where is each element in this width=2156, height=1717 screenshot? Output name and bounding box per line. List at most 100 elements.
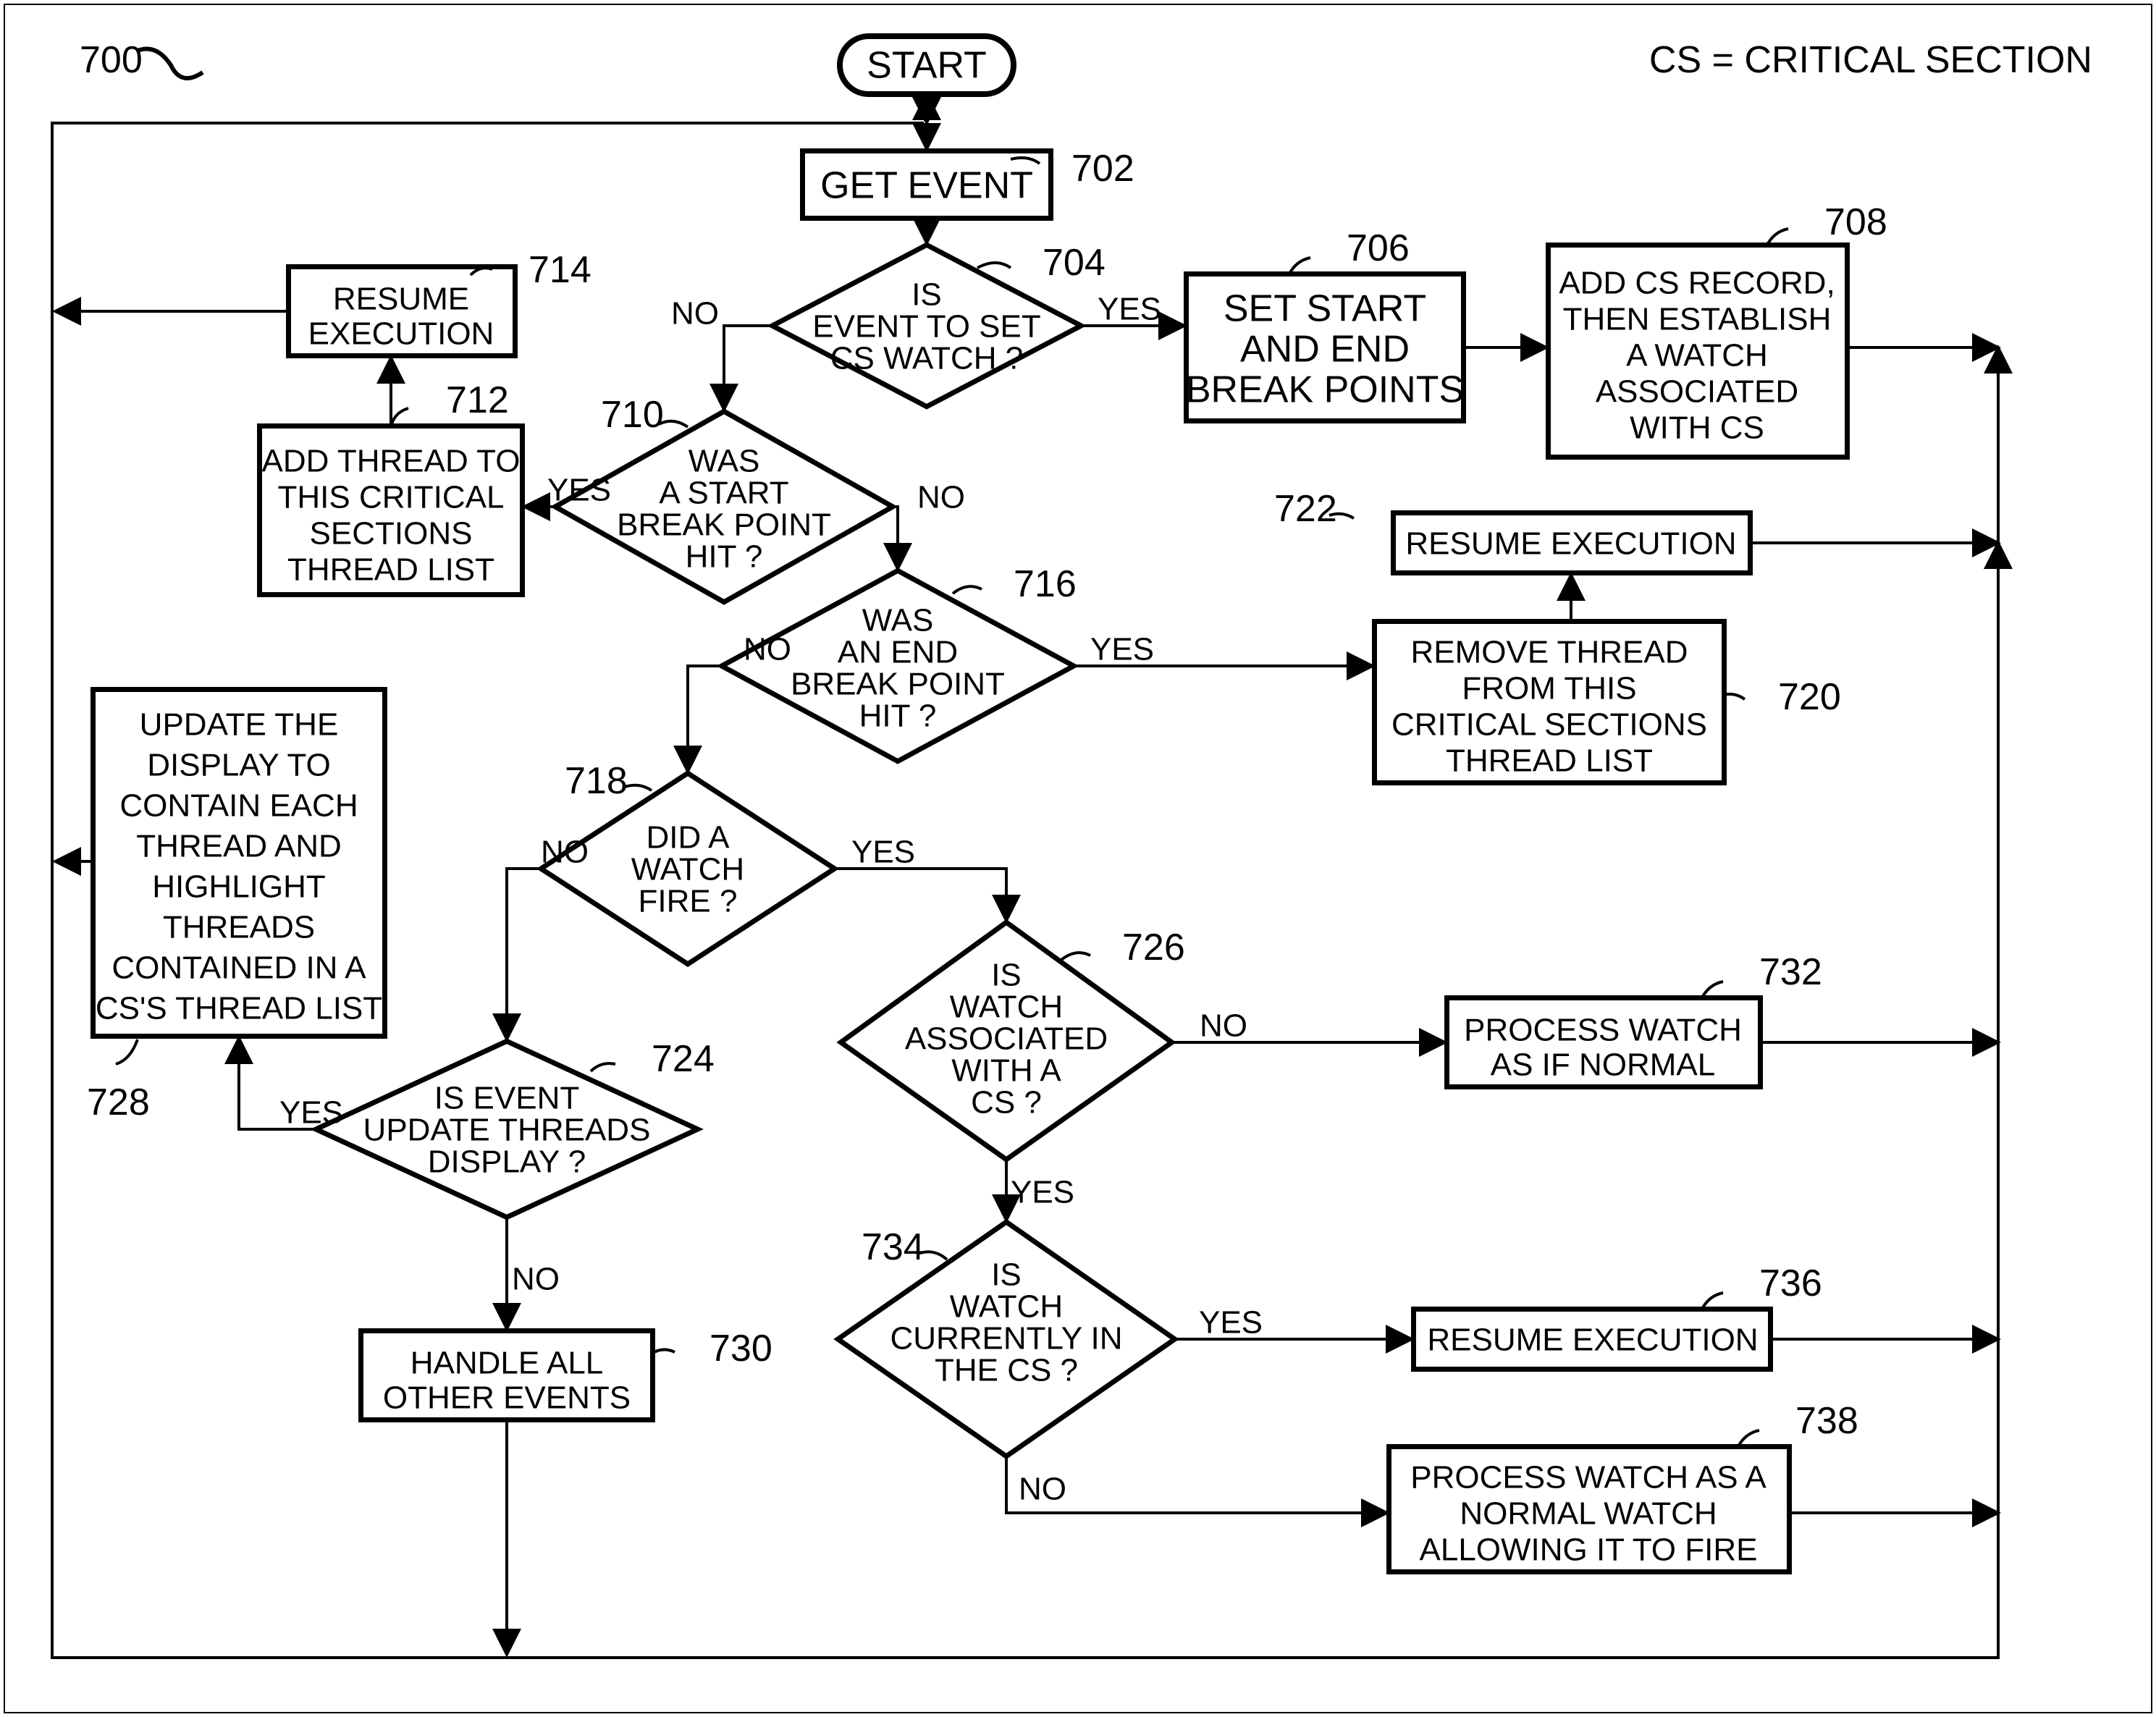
svg-text:YES: YES xyxy=(1199,1305,1263,1341)
svg-text:YES: YES xyxy=(851,835,915,870)
n704: IS EVENT TO SET CS WATCH ? xyxy=(775,246,1079,405)
svg-text:702: 702 xyxy=(1071,148,1134,190)
svg-text:734: 734 xyxy=(862,1226,925,1268)
svg-text:UPDATE THE: UPDATE THE xyxy=(140,707,339,743)
svg-text:NO: NO xyxy=(512,1262,560,1297)
svg-text:SECTIONS: SECTIONS xyxy=(310,516,473,552)
svg-text:SET START: SET START xyxy=(1224,288,1426,330)
svg-text:730: 730 xyxy=(709,1328,772,1370)
n720: REMOVE THREAD FROM THIS CRITICAL SECTION… xyxy=(1376,623,1723,782)
n724: IS EVENT UPDATE THREADS DISPLAY ? xyxy=(319,1042,695,1216)
svg-text:YES: YES xyxy=(279,1095,343,1131)
svg-text:RESUME EXECUTION: RESUME EXECUTION xyxy=(1405,526,1736,562)
svg-text:GET EVENT: GET EVENT xyxy=(820,165,1033,207)
n712: ADD THREAD TO THIS CRITICAL SECTIONS THR… xyxy=(261,427,521,594)
svg-text:CS WATCH ?: CS WATCH ? xyxy=(830,341,1023,376)
n714: RESUME EXECUTION xyxy=(290,268,514,355)
svg-text:DISPLAY TO: DISPLAY TO xyxy=(147,748,331,783)
svg-text:ASSOCIATED: ASSOCIATED xyxy=(905,1021,1108,1057)
svg-text:PROCESS WATCH: PROCESS WATCH xyxy=(1464,1013,1742,1048)
svg-text:DISPLAY ?: DISPLAY ? xyxy=(428,1144,586,1180)
svg-text:THREAD LIST: THREAD LIST xyxy=(287,552,494,588)
svg-text:CURRENTLY IN: CURRENTLY IN xyxy=(890,1321,1122,1357)
n706: SET START AND END BREAK POINTS xyxy=(1186,275,1464,420)
legend-text: CS = CRITICAL SECTION xyxy=(1649,39,2092,81)
svg-text:WITH CS: WITH CS xyxy=(1630,410,1764,446)
svg-text:AN END: AN END xyxy=(838,635,958,670)
svg-text:NO: NO xyxy=(744,632,791,667)
svg-text:724: 724 xyxy=(652,1038,715,1080)
n730: HANDLE ALL OTHER EVENTS xyxy=(362,1332,652,1419)
n728: UPDATE THE DISPLAY TO CONTAIN EACH THREA… xyxy=(94,691,384,1035)
svg-text:736: 736 xyxy=(1759,1262,1822,1304)
svg-text:CONTAINED IN A: CONTAINED IN A xyxy=(111,950,366,986)
svg-text:EVENT TO SET: EVENT TO SET xyxy=(812,309,1040,345)
svg-text:NO: NO xyxy=(541,835,589,870)
svg-text:CONTAIN EACH: CONTAIN EACH xyxy=(119,788,358,824)
svg-text:716: 716 xyxy=(1014,563,1077,605)
figure-squiggle xyxy=(138,49,203,79)
svg-text:IS: IS xyxy=(991,1257,1022,1293)
svg-text:CRITICAL SECTIONS: CRITICAL SECTIONS xyxy=(1391,707,1707,743)
n722: RESUME EXECUTION xyxy=(1394,514,1749,572)
svg-text:708: 708 xyxy=(1824,201,1887,243)
svg-text:WATCH: WATCH xyxy=(950,990,1063,1025)
svg-text:OTHER EVENTS: OTHER EVENTS xyxy=(383,1380,631,1416)
svg-text:HIT ?: HIT ? xyxy=(686,539,763,575)
svg-text:732: 732 xyxy=(1759,951,1822,993)
svg-text:HIT ?: HIT ? xyxy=(859,699,937,734)
svg-text:NO: NO xyxy=(671,296,719,332)
n736: RESUME EXECUTION xyxy=(1415,1310,1769,1368)
svg-text:YES: YES xyxy=(1098,292,1161,327)
svg-text:WITH A: WITH A xyxy=(951,1053,1061,1089)
figure-label: 700 xyxy=(80,39,143,81)
svg-text:A WATCH: A WATCH xyxy=(1626,338,1768,374)
svg-text:AS IF NORMAL: AS IF NORMAL xyxy=(1491,1047,1716,1083)
svg-text:ALLOWING IT TO FIRE: ALLOWING IT TO FIRE xyxy=(1420,1532,1758,1568)
svg-text:710: 710 xyxy=(601,394,664,436)
svg-text:720: 720 xyxy=(1778,676,1841,718)
svg-text:THE CS ?: THE CS ? xyxy=(935,1353,1078,1388)
svg-text:WAS: WAS xyxy=(862,603,934,638)
svg-text:THREAD AND: THREAD AND xyxy=(136,829,342,864)
svg-text:712: 712 xyxy=(446,379,509,421)
svg-text:BREAK POINTS: BREAK POINTS xyxy=(1186,369,1464,411)
svg-text:718: 718 xyxy=(565,760,628,802)
svg-text:728: 728 xyxy=(87,1081,150,1123)
svg-text:UPDATE THREADS: UPDATE THREADS xyxy=(363,1113,651,1148)
svg-text:WAS: WAS xyxy=(689,444,760,479)
svg-text:738: 738 xyxy=(1795,1400,1858,1442)
svg-text:NO: NO xyxy=(1019,1472,1066,1507)
svg-text:THREAD LIST: THREAD LIST xyxy=(1446,743,1653,779)
svg-text:704: 704 xyxy=(1043,242,1106,284)
svg-text:THEN ESTABLISH: THEN ESTABLISH xyxy=(1563,302,1832,337)
n732: PROCESS WATCH AS IF NORMAL xyxy=(1448,999,1759,1086)
flowchart: 700 CS = CRITICAL SECTION START GET EVEN… xyxy=(0,0,2156,1717)
svg-text:IS EVENT: IS EVENT xyxy=(434,1081,580,1116)
svg-text:BREAK POINT: BREAK POINT xyxy=(791,667,1005,702)
svg-text:FROM THIS: FROM THIS xyxy=(1462,671,1636,706)
svg-text:WATCH: WATCH xyxy=(631,852,744,887)
svg-text:THREADS: THREADS xyxy=(163,910,315,945)
svg-text:WATCH: WATCH xyxy=(950,1289,1063,1325)
svg-text:YES: YES xyxy=(1011,1175,1074,1210)
svg-text:REMOVE THREAD: REMOVE THREAD xyxy=(1410,635,1688,670)
svg-text:PROCESS WATCH AS A: PROCESS WATCH AS A xyxy=(1410,1460,1767,1495)
start-text: START xyxy=(867,45,987,87)
svg-text:CS'S THREAD LIST: CS'S THREAD LIST xyxy=(96,991,382,1026)
svg-text:ASSOCIATED: ASSOCIATED xyxy=(1596,374,1798,410)
svg-text:YES: YES xyxy=(1090,632,1154,667)
svg-text:THIS CRITICAL: THIS CRITICAL xyxy=(278,480,505,515)
svg-text:A START: A START xyxy=(659,476,788,511)
svg-text:CS ?: CS ? xyxy=(971,1085,1042,1121)
svg-text:EXECUTION: EXECUTION xyxy=(308,316,494,352)
svg-text:HANDLE ALL: HANDLE ALL xyxy=(410,1346,604,1381)
svg-text:726: 726 xyxy=(1122,927,1185,969)
svg-text:HIGHLIGHT: HIGHLIGHT xyxy=(152,869,326,905)
svg-text:NO: NO xyxy=(1200,1008,1247,1044)
svg-text:IS: IS xyxy=(911,277,942,313)
svg-text:FIRE ?: FIRE ? xyxy=(639,884,738,919)
svg-text:706: 706 xyxy=(1347,227,1410,269)
svg-text:RESUME EXECUTION: RESUME EXECUTION xyxy=(1427,1322,1758,1358)
svg-text:DID A: DID A xyxy=(647,820,730,856)
